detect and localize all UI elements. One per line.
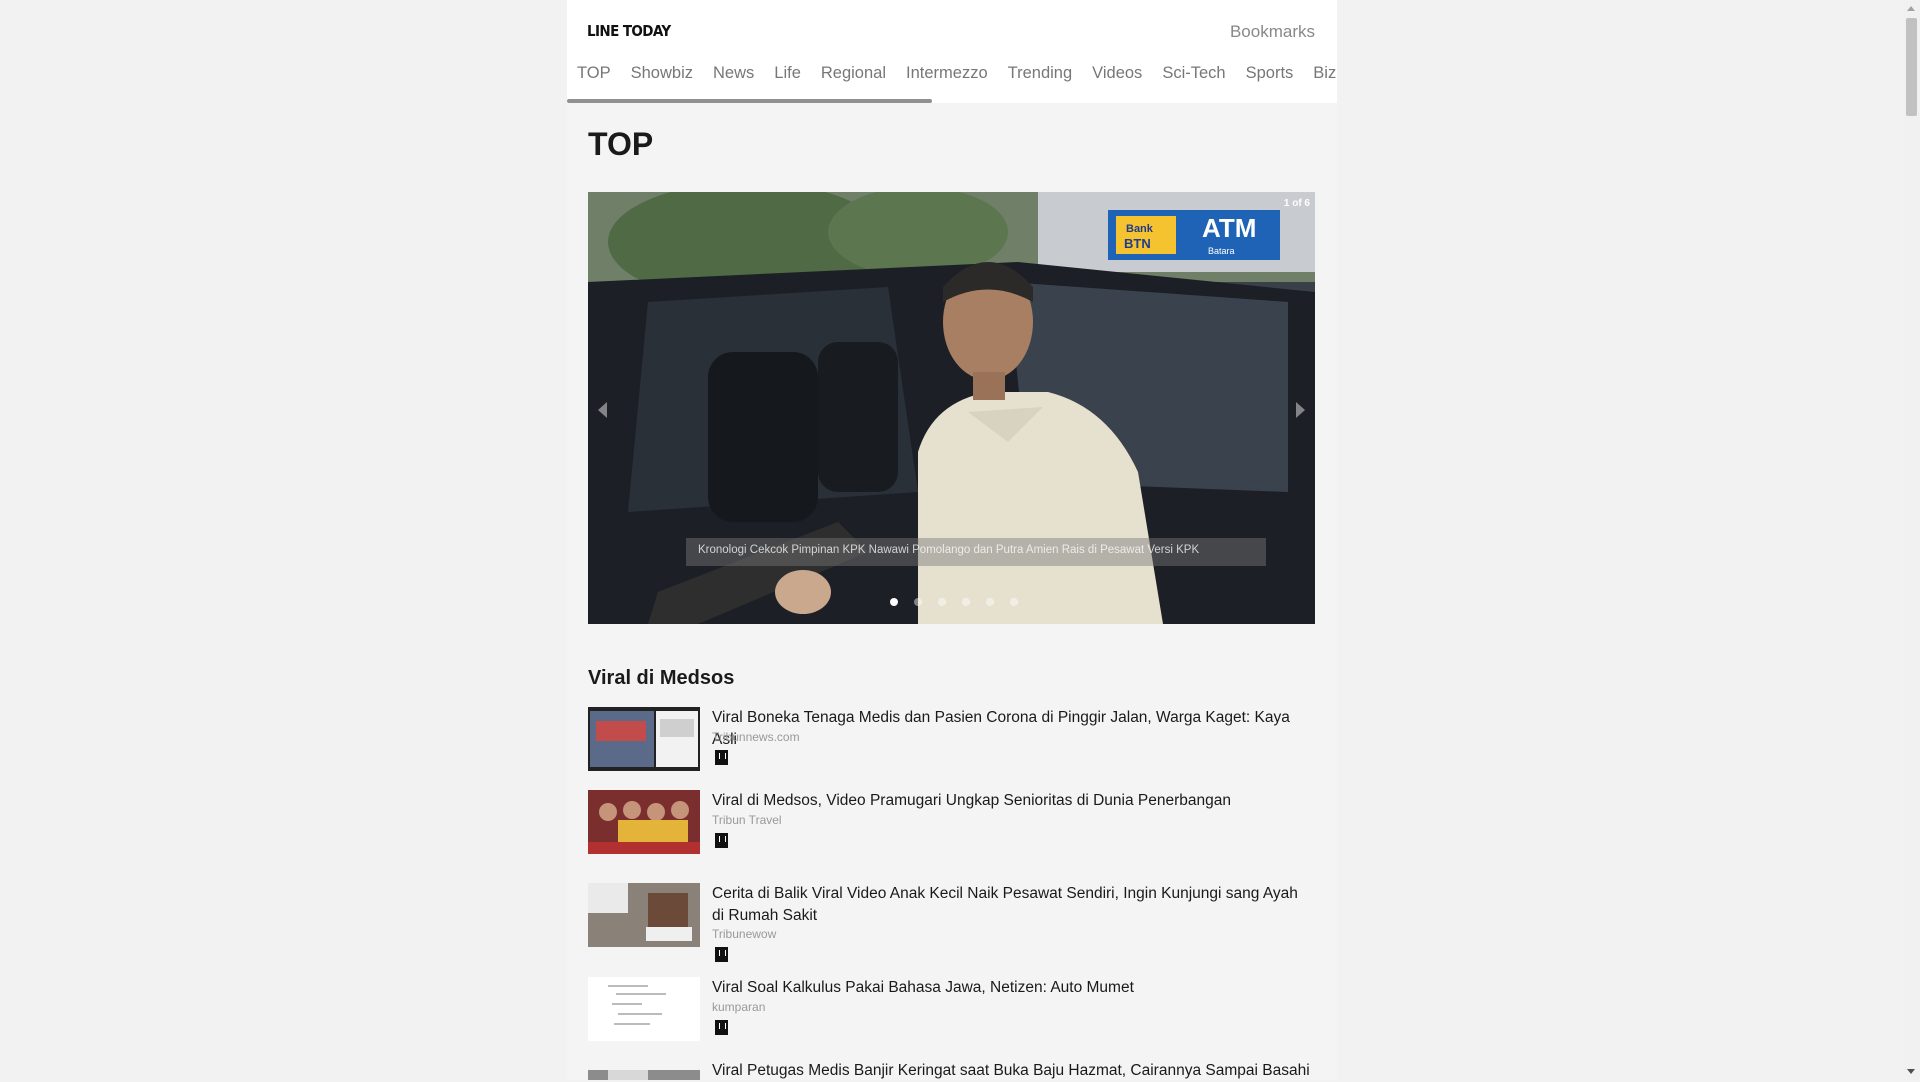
bookmark-icon[interactable] (715, 947, 728, 962)
svg-text:Bank: Bank (1126, 223, 1154, 235)
tab-regional[interactable]: Regional (821, 64, 886, 88)
article-title[interactable]: Viral Soal Kalkulus Pakai Bahasa Jawa, N… (712, 977, 1312, 999)
article-thumbnail[interactable] (588, 883, 700, 947)
headline-carousel[interactable]: Bank BTN ATM Batara 1 of 6 Kronologi Cek… (588, 192, 1315, 624)
article-title[interactable]: Cerita di Balik Viral Video Anak Kecil N… (712, 883, 1312, 927)
tab-trending[interactable]: Trending (1008, 64, 1073, 88)
slide-counter: 1 of 6 (1283, 198, 1310, 209)
site-header: LINE TODAY Bookmarks TOP Showbiz News Li… (567, 0, 1337, 103)
tab-biz[interactable]: Biz (1313, 64, 1336, 88)
tab-top[interactable]: TOP (577, 64, 611, 88)
tab-scroll-indicator[interactable] (567, 99, 932, 103)
carousel-dot-5[interactable] (986, 598, 994, 606)
scroll-thumb[interactable] (1906, 18, 1917, 116)
page-scrollbar[interactable] (1903, 0, 1920, 1080)
tab-sports[interactable]: Sports (1246, 64, 1294, 88)
article-title[interactable]: Viral di Medsos, Video Pramugari Ungkap … (712, 790, 1312, 812)
carousel-caption[interactable]: Kronologi Cekcok Pimpinan KPK Nawawi Pom… (686, 538, 1266, 566)
article-thumbnail[interactable] (588, 707, 700, 771)
scroll-down-arrow-icon[interactable] (1907, 1069, 1915, 1074)
line-today-logo[interactable]: LINE TODAY (587, 22, 671, 40)
carousel-dot-4[interactable] (962, 598, 970, 606)
article-source: Tribun Travel (712, 813, 782, 827)
tab-life[interactable]: Life (774, 64, 801, 88)
carousel-dot-1[interactable] (890, 598, 898, 606)
bookmarks-link[interactable]: Bookmarks (1230, 22, 1315, 42)
bookmark-icon[interactable] (715, 750, 728, 765)
tab-intermezzo[interactable]: Intermezzo (906, 64, 988, 88)
article-title[interactable]: Viral Boneka Tenaga Medis dan Pasien Cor… (712, 707, 1312, 751)
bookmark-icon[interactable] (715, 833, 728, 848)
page-container: LINE TODAY Bookmarks TOP Showbiz News Li… (567, 0, 1337, 1080)
svg-text:Batara: Batara (1208, 246, 1235, 256)
chevron-right-icon[interactable] (1296, 402, 1305, 418)
section-title: Viral di Medsos (588, 667, 735, 689)
page-title: TOP (588, 126, 654, 162)
article-source: kumparan (712, 1000, 766, 1014)
bookmark-icon[interactable] (715, 1020, 728, 1035)
article-thumbnail[interactable] (588, 1070, 700, 1080)
carousel-dots (890, 598, 1034, 606)
carousel-dot-6[interactable] (1010, 598, 1018, 606)
category-tabs: TOP Showbiz News Life Regional Intermezz… (577, 64, 1356, 88)
carousel-dot-2[interactable] (914, 598, 922, 606)
tab-news[interactable]: News (713, 64, 754, 88)
svg-text:BTN: BTN (1124, 236, 1151, 251)
article-thumbnail[interactable] (588, 790, 700, 854)
article-source: Tribunewow (712, 927, 777, 941)
article-thumbnail[interactable] (588, 977, 700, 1041)
article-source: Tribunnews.com (712, 730, 800, 744)
tab-videos[interactable]: Videos (1092, 64, 1142, 88)
tab-sci-tech[interactable]: Sci-Tech (1162, 64, 1225, 88)
article-title[interactable]: Viral Petugas Medis Banjir Keringat saat… (712, 1060, 1312, 1082)
svg-text:ATM: ATM (1202, 213, 1256, 243)
carousel-caption-text: Kronologi Cekcok Pimpinan KPK Nawawi Pom… (698, 544, 1200, 556)
chevron-left-icon[interactable] (598, 402, 607, 418)
carousel-dot-3[interactable] (938, 598, 946, 606)
scroll-up-arrow-icon[interactable] (1907, 6, 1915, 11)
tab-showbiz[interactable]: Showbiz (631, 64, 693, 88)
